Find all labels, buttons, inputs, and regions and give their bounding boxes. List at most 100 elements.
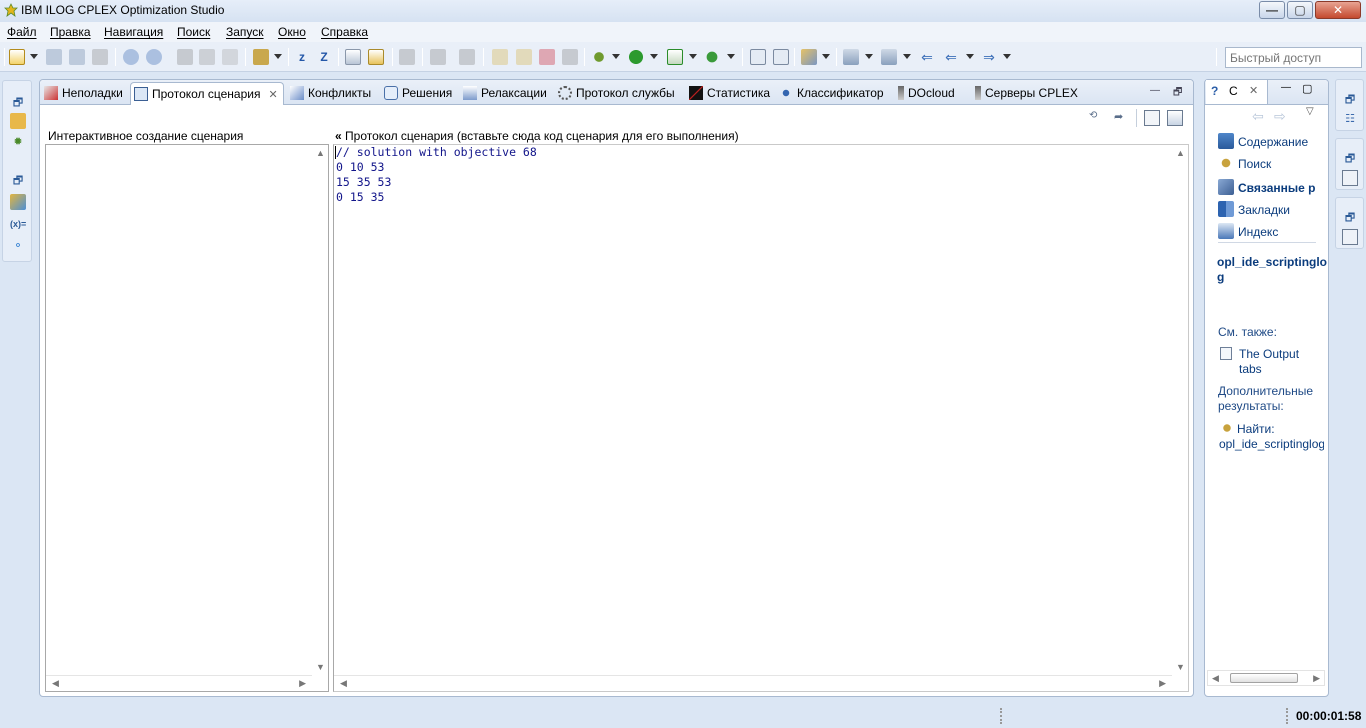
help-tab-close-icon[interactable]: ✕ bbox=[1249, 84, 1258, 97]
help-find-term[interactable]: opl_ide_scriptinglog bbox=[1219, 437, 1324, 452]
tab-conflicts[interactable]: Конфликты bbox=[290, 82, 371, 105]
copy-icon[interactable] bbox=[199, 49, 215, 65]
help-contents[interactable]: Содержание bbox=[1218, 133, 1308, 149]
menu-navigate[interactable]: Навигация bbox=[104, 25, 163, 39]
prev-annotation-icon[interactable] bbox=[881, 49, 897, 65]
script-log-output[interactable]: // solution with objective 68 0 10 53 15… bbox=[336, 145, 537, 205]
run-dropdown-icon[interactable] bbox=[650, 54, 658, 59]
quick-access-input[interactable] bbox=[1225, 47, 1362, 68]
pause-all-icon[interactable] bbox=[750, 49, 766, 65]
restore-icon[interactable]: 🗗 bbox=[10, 173, 26, 189]
tab-cplex-servers[interactable]: Серверы CPLEX bbox=[975, 82, 1078, 105]
log-hscrollbar[interactable]: ◀ ▶ bbox=[334, 675, 1172, 691]
scroll-right-icon[interactable]: ▶ bbox=[1159, 678, 1166, 689]
clear-icon[interactable] bbox=[1144, 110, 1160, 126]
new-dropdown-icon[interactable] bbox=[30, 54, 38, 59]
tools-icon[interactable] bbox=[801, 49, 817, 65]
menu-help[interactable]: Справка bbox=[321, 25, 368, 39]
run-config-icon[interactable] bbox=[667, 49, 683, 65]
restore-icon[interactable]: 🗗 bbox=[1342, 92, 1358, 108]
help-maximize-icon[interactable]: ▢ bbox=[1302, 82, 1312, 95]
help-related[interactable]: Связанные р bbox=[1218, 179, 1315, 195]
stop-all-icon[interactable] bbox=[773, 49, 789, 65]
cut-icon[interactable] bbox=[177, 49, 193, 65]
external-tools-icon[interactable] bbox=[704, 49, 720, 65]
scroll-up-icon[interactable]: ▲ bbox=[1176, 148, 1185, 158]
minimize-button[interactable]: — bbox=[1259, 1, 1285, 19]
properties-view-icon[interactable] bbox=[1342, 170, 1358, 186]
minimize-view-icon[interactable]: — bbox=[1150, 85, 1162, 97]
step-into-icon[interactable] bbox=[459, 49, 475, 65]
step-back-icon[interactable] bbox=[399, 49, 415, 65]
help-back-icon[interactable]: ⇦ bbox=[1252, 108, 1264, 125]
debug-dropdown-icon[interactable] bbox=[612, 54, 620, 59]
next-annotation-dropdown-icon[interactable] bbox=[865, 54, 873, 59]
script-log-area[interactable] bbox=[333, 144, 1189, 692]
step-over-icon[interactable] bbox=[430, 49, 446, 65]
restore-icon[interactable]: 🗗 bbox=[1342, 210, 1358, 226]
prev-annotation-dropdown-icon[interactable] bbox=[903, 54, 911, 59]
scroll-right-icon[interactable]: ▶ bbox=[1313, 673, 1320, 684]
last-edit-icon[interactable]: ⇐ bbox=[919, 49, 935, 65]
help-forward-icon[interactable]: ⇨ bbox=[1274, 108, 1286, 125]
scroll-left-icon[interactable]: ◀ bbox=[1212, 673, 1219, 684]
help-bookmarks[interactable]: Закладки bbox=[1218, 201, 1290, 217]
menu-edit[interactable]: Правка bbox=[50, 25, 91, 39]
run-config-dropdown-icon[interactable] bbox=[689, 54, 697, 59]
back-icon[interactable]: ⇐ bbox=[943, 49, 959, 65]
help-link-output-tabs[interactable]: The Output tabs bbox=[1239, 347, 1319, 377]
tab-script-log[interactable]: Протокол сценария ✕ bbox=[130, 82, 284, 105]
collapse-z-icon[interactable]: z bbox=[294, 49, 310, 65]
variables-icon[interactable]: (x)= bbox=[10, 216, 26, 232]
restore-icon[interactable]: 🗗 bbox=[10, 95, 26, 111]
interactive-vscrollbar[interactable]: ▲ ▼ bbox=[312, 145, 328, 675]
scroll-thumb[interactable] bbox=[1230, 673, 1298, 683]
scroll-down-icon[interactable]: ▼ bbox=[316, 662, 325, 672]
outline-view-icon[interactable]: ☷ bbox=[1342, 111, 1358, 127]
external-tools-dropdown-icon[interactable] bbox=[727, 54, 735, 59]
model-view-icon[interactable] bbox=[1342, 229, 1358, 245]
scroll-right-icon[interactable]: ▶ bbox=[299, 678, 306, 689]
expand-z-icon[interactable]: Z bbox=[316, 49, 332, 65]
help-search[interactable]: Поиск bbox=[1218, 155, 1271, 171]
undo-icon[interactable] bbox=[123, 49, 139, 65]
help-index[interactable]: Индекс bbox=[1218, 223, 1278, 239]
next-annotation-icon[interactable] bbox=[843, 49, 859, 65]
save-all-icon[interactable] bbox=[69, 49, 85, 65]
tab-docloud[interactable]: DOcloud bbox=[898, 82, 955, 105]
scroll-left-icon[interactable]: ◀ bbox=[52, 678, 59, 689]
run-icon[interactable] bbox=[628, 49, 644, 65]
menu-run[interactable]: Запуск bbox=[226, 25, 264, 39]
terminate-icon[interactable] bbox=[562, 49, 578, 65]
tab-statistics[interactable]: Статистика bbox=[689, 82, 770, 105]
pause-icon[interactable] bbox=[516, 49, 532, 65]
redo-icon[interactable] bbox=[146, 49, 162, 65]
interactive-hscrollbar[interactable]: ◀ ▶ bbox=[46, 675, 312, 691]
tab-close-icon[interactable]: ✕ bbox=[268, 88, 277, 101]
outline-icon[interactable] bbox=[10, 194, 26, 210]
view-menu-icon[interactable] bbox=[1167, 110, 1183, 126]
save-icon[interactable] bbox=[46, 49, 62, 65]
stop-icon[interactable] bbox=[539, 49, 555, 65]
paste-icon[interactable] bbox=[222, 49, 238, 65]
help-menu-icon[interactable]: ▽ bbox=[1306, 106, 1314, 117]
tab-solutions[interactable]: Решения bbox=[384, 82, 452, 105]
collapse-icon[interactable]: « bbox=[335, 129, 342, 143]
tools-dropdown-icon[interactable] bbox=[822, 54, 830, 59]
tab-profiler[interactable]: Классификатор bbox=[779, 82, 884, 105]
print-icon[interactable] bbox=[92, 49, 108, 65]
close-window-button[interactable]: ✕ bbox=[1315, 1, 1361, 19]
forward-icon[interactable]: ⇒ bbox=[981, 49, 997, 65]
clear-log-icon[interactable]: ⟲ bbox=[1089, 110, 1105, 126]
forward-dropdown-icon[interactable] bbox=[1003, 54, 1011, 59]
build-icon[interactable] bbox=[253, 49, 269, 65]
menu-search[interactable]: Поиск bbox=[177, 25, 210, 39]
log-vscrollbar[interactable]: ▲ ▼ bbox=[1172, 145, 1188, 675]
toggle-comment-icon[interactable] bbox=[368, 49, 384, 65]
debug-view-icon[interactable]: ✹ bbox=[10, 134, 26, 150]
tab-help[interactable]: ? С ✕ bbox=[1206, 80, 1268, 104]
resume-icon[interactable] bbox=[492, 49, 508, 65]
breakpoints-icon[interactable]: ⚬ bbox=[10, 238, 26, 254]
help-hscrollbar[interactable]: ◀ ▶ bbox=[1207, 670, 1325, 686]
menu-window[interactable]: Окно bbox=[278, 25, 306, 39]
